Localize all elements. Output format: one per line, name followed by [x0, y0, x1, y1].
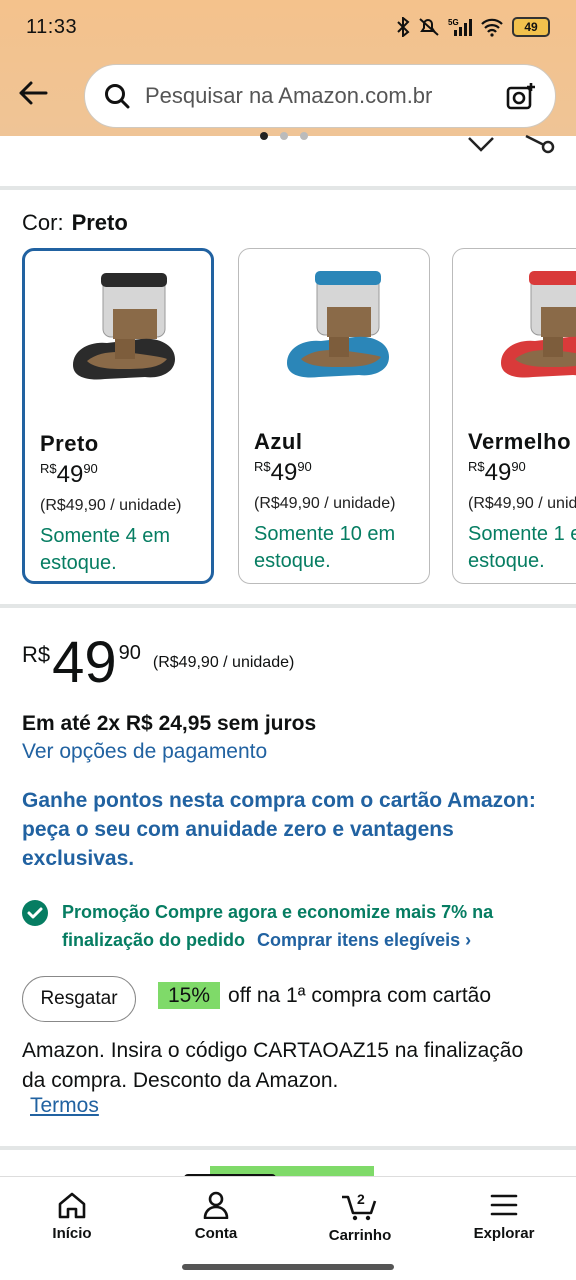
status-bar: 11:33 5G 49 [0, 0, 576, 54]
product-image-black [73, 273, 175, 380]
variant-card-vermelho[interactable]: Vermelho R$4990 (R$49,90 / unidade) Some… [452, 248, 576, 584]
nav-label: Explorar [473, 1225, 535, 1242]
variant-price-currency: R$ [254, 459, 271, 474]
variant-name: Preto [40, 431, 99, 456]
color-label-text: Cor: [22, 210, 64, 235]
price-integer: 49 [52, 630, 117, 695]
share-icon[interactable] [522, 128, 556, 154]
menu-icon [490, 1194, 518, 1216]
nav-label: Início [52, 1225, 92, 1242]
carousel-dot [260, 132, 268, 140]
payment-options-link[interactable]: Ver opções de pagamento [22, 740, 267, 764]
search-bar[interactable] [84, 64, 556, 128]
nav-label: Conta [194, 1225, 238, 1242]
nav-cart[interactable]: 2 Carrinho [288, 1177, 432, 1260]
coupon-text: off na 1ª compra com cartão [228, 984, 492, 1007]
check-circle-icon [22, 900, 48, 926]
section-divider [0, 186, 576, 190]
variant-price: R$4990 [254, 459, 312, 487]
redeem-coupon-button[interactable]: Resgatar [22, 976, 136, 1022]
wifi-icon [481, 18, 503, 37]
bluetooth-icon [397, 17, 410, 37]
coupon-description: Amazon. Insira o código CARTAOAZ15 na fi… [22, 1039, 524, 1092]
promotion-block: Promoção Compre agora e economize mais 7… [22, 898, 562, 954]
cart-icon: 2 [342, 1191, 377, 1221]
nav-explore[interactable]: Explorar [432, 1177, 576, 1260]
variant-stock: Somente 4 em estoque. [40, 525, 171, 574]
image-carousel-dots [260, 132, 308, 140]
variant-unit-price: (R$49,90 / unidade) [468, 495, 576, 512]
variant-unit-price: (R$49,90 / unidade) [40, 497, 182, 514]
gesture-bar [182, 1264, 394, 1270]
account-icon [203, 1191, 229, 1219]
variant-price-int: 49 [56, 461, 84, 488]
coupon-offer: 15% off na 1ª compra com cartão [158, 982, 492, 1009]
nav-label: Carrinho [328, 1227, 392, 1244]
variant-card-azul[interactable]: Azul R$4990 (R$49,90 / unidade) Somente … [238, 248, 430, 584]
top-header: 11:33 5G 49 [0, 0, 576, 136]
variant-stock: Somente 10 em estoque. [254, 523, 396, 572]
variant-price-dec: 90 [83, 461, 98, 476]
price-currency: R$ [22, 642, 51, 667]
promotion-text-wrap: Promoção Compre agora e economize mais 7… [62, 898, 562, 954]
variant-price-dec: 90 [511, 459, 526, 474]
bottom-navigation: Início Conta 2 Carrinho Explorar [0, 1176, 576, 1260]
variant-price: R$4990 [40, 461, 98, 489]
variant-unit-price: (R$49,90 / unidade) [254, 495, 396, 512]
status-time: 11:33 [26, 15, 78, 38]
battery-indicator: 49 [512, 17, 550, 37]
nav-account[interactable]: Conta [144, 1177, 288, 1260]
main-price: R$ 49 90 (R$49,90 / unidade) [22, 632, 294, 694]
price-decimal: 90 [118, 642, 141, 664]
selected-color-value: Preto [71, 210, 128, 235]
carousel-dot [280, 132, 288, 140]
camera-search-icon[interactable] [505, 80, 537, 112]
status-icons: 5G 49 [396, 17, 550, 37]
product-image-red [501, 271, 576, 378]
color-selection-label: Cor: Preto [22, 210, 128, 236]
variant-price-int: 49 [270, 459, 298, 486]
search-input[interactable] [145, 83, 505, 109]
svg-text:5G: 5G [448, 18, 459, 27]
variant-price-currency: R$ [468, 459, 485, 474]
variant-price-dec: 90 [297, 459, 312, 474]
eligible-items-link[interactable]: Comprar itens elegíveis › [257, 930, 471, 950]
variant-card-preto[interactable]: Preto R$4990 (R$49,90 / unidade) Somente… [22, 248, 214, 584]
installments-text: Em até 2x R$ 24,95 sem juros [22, 712, 317, 735]
variant-name: Azul [254, 429, 303, 454]
wishlist-heart-icon[interactable] [466, 128, 496, 152]
nav-home[interactable]: Início [0, 1177, 144, 1260]
variant-price-int: 49 [484, 459, 512, 486]
variant-name: Vermelho [468, 429, 572, 454]
signal-icon: 5G [448, 18, 472, 36]
coupon-discount-badge: 15% [158, 982, 221, 1009]
terms-link[interactable]: Termos [30, 1094, 99, 1118]
search-icon [105, 84, 130, 109]
mute-icon [419, 18, 439, 36]
price-unit: (R$49,90 / unidade) [152, 654, 295, 671]
variant-stock: Somente 1 em estoque. [468, 523, 576, 572]
variant-price-currency: R$ [40, 461, 57, 476]
carousel-dot [300, 132, 308, 140]
back-arrow-icon[interactable] [16, 76, 50, 110]
product-image-blue [287, 271, 389, 378]
amazon-card-promo-link[interactable]: Ganhe pontos nesta compra com o cartão A… [22, 786, 542, 873]
cart-count: 2 [357, 1191, 365, 1207]
home-icon [58, 1192, 86, 1219]
color-variants-carousel[interactable]: Preto R$4990 (R$49,90 / unidade) Somente… [22, 248, 576, 588]
section-divider [0, 604, 576, 608]
variant-price: R$4990 [468, 459, 526, 487]
